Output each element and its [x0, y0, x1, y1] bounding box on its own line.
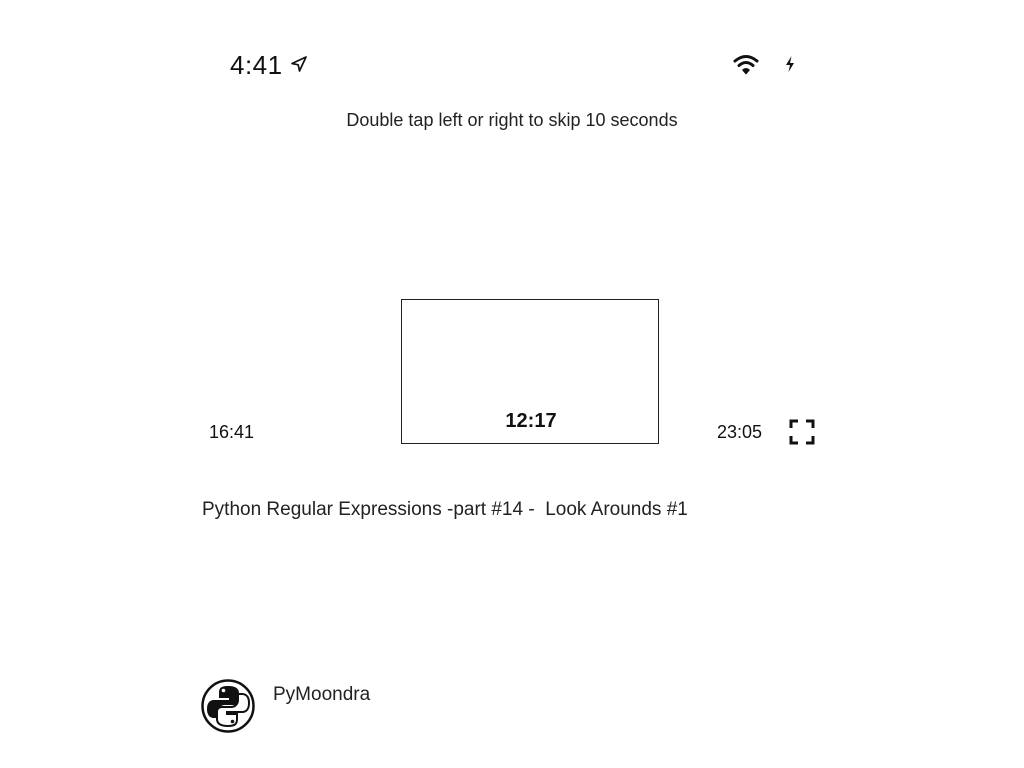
- skip-hint-text: Double tap left or right to skip 10 seco…: [346, 110, 678, 130]
- total-duration: 23:05: [717, 422, 763, 442]
- skip-hint: Double tap left or right to skip 10 seco…: [0, 108, 1024, 132]
- charging-bolt-icon: [786, 56, 794, 72]
- channel-name[interactable]: PyMoondra: [273, 682, 370, 708]
- location-arrow-icon: [291, 56, 307, 72]
- status-time: 4:41: [230, 50, 283, 80]
- python-logo-icon[interactable]: [201, 679, 255, 733]
- fullscreen-icon[interactable]: [789, 419, 815, 445]
- seek-preview-time: 12:17: [505, 410, 557, 432]
- wifi-icon: [733, 55, 759, 75]
- video-title[interactable]: Python Regular Expressions -part #14 - L…: [202, 497, 688, 523]
- current-time: 16:41: [209, 422, 255, 442]
